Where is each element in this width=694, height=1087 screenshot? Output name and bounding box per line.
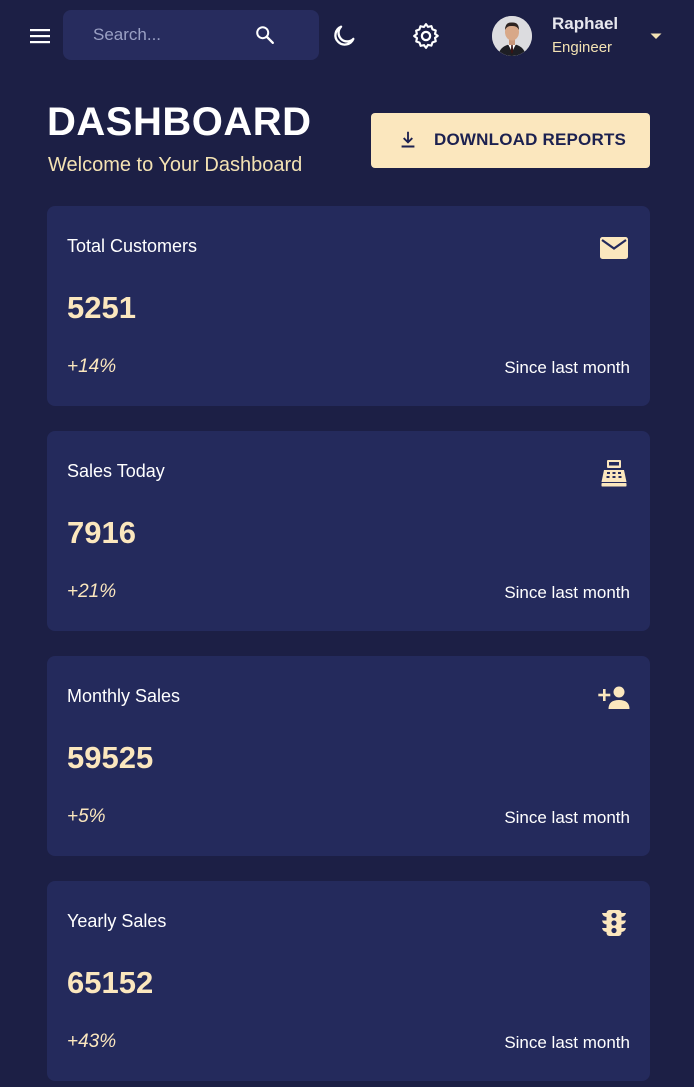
page-subtitle: Welcome to Your Dashboard [48, 154, 303, 176]
stat-card-monthly-sales: Monthly Sales 59525 +5% Since last month [47, 656, 650, 856]
stat-card-since: Since last month [504, 358, 630, 377]
stat-card-title: Total Customers [67, 236, 198, 256]
page-title: DASHBOARD [47, 100, 312, 144]
stat-card-change: +43% [67, 1031, 117, 1052]
user-profile[interactable]: Raphael Engineer [490, 13, 670, 59]
person-add-icon [598, 682, 630, 714]
gear-icon[interactable] [411, 21, 441, 51]
stat-card-change: +21% [67, 581, 117, 602]
moon-icon[interactable] [330, 22, 358, 50]
email-icon [598, 232, 630, 264]
hamburger-menu-icon[interactable] [28, 24, 52, 48]
user-name: Raphael [552, 14, 619, 33]
search-input[interactable] [63, 10, 243, 60]
stat-card-title: Monthly Sales [67, 686, 181, 706]
stat-card-total-customers: Total Customers 5251 +14% Since last mon… [47, 206, 650, 406]
point-of-sale-icon [598, 457, 630, 489]
stat-card-value: 65152 [67, 965, 154, 1000]
top-bar: Raphael Engineer [0, 0, 694, 72]
stat-card-title: Sales Today [67, 461, 165, 481]
stat-card-value: 5251 [67, 290, 136, 325]
stat-card-title: Yearly Sales [67, 911, 167, 931]
traffic-icon [598, 907, 630, 939]
user-role: Engineer [552, 39, 613, 56]
stat-card-change: +5% [67, 806, 106, 827]
avatar[interactable] [492, 16, 532, 56]
search-box [63, 10, 319, 60]
caret-down-icon[interactable] [648, 28, 664, 44]
search-icon[interactable] [253, 23, 277, 47]
stat-card-since: Since last month [504, 808, 630, 827]
stat-card-value: 59525 [67, 740, 154, 775]
stat-card-sales-today: Sales Today 7916 +21% Since last month [47, 431, 650, 631]
stat-card-since: Since last month [504, 1033, 630, 1052]
stat-card-since: Since last month [504, 583, 630, 602]
download-reports-button[interactable]: DOWNLOAD REPORTS [371, 113, 650, 168]
stat-card-value: 7916 [67, 515, 136, 550]
download-icon [401, 131, 415, 148]
stat-card-change: +14% [67, 356, 117, 377]
stat-card-yearly-sales: Yearly Sales 65152 +43% Since last month [47, 881, 650, 1081]
download-reports-label: DOWNLOAD REPORTS [434, 130, 627, 149]
